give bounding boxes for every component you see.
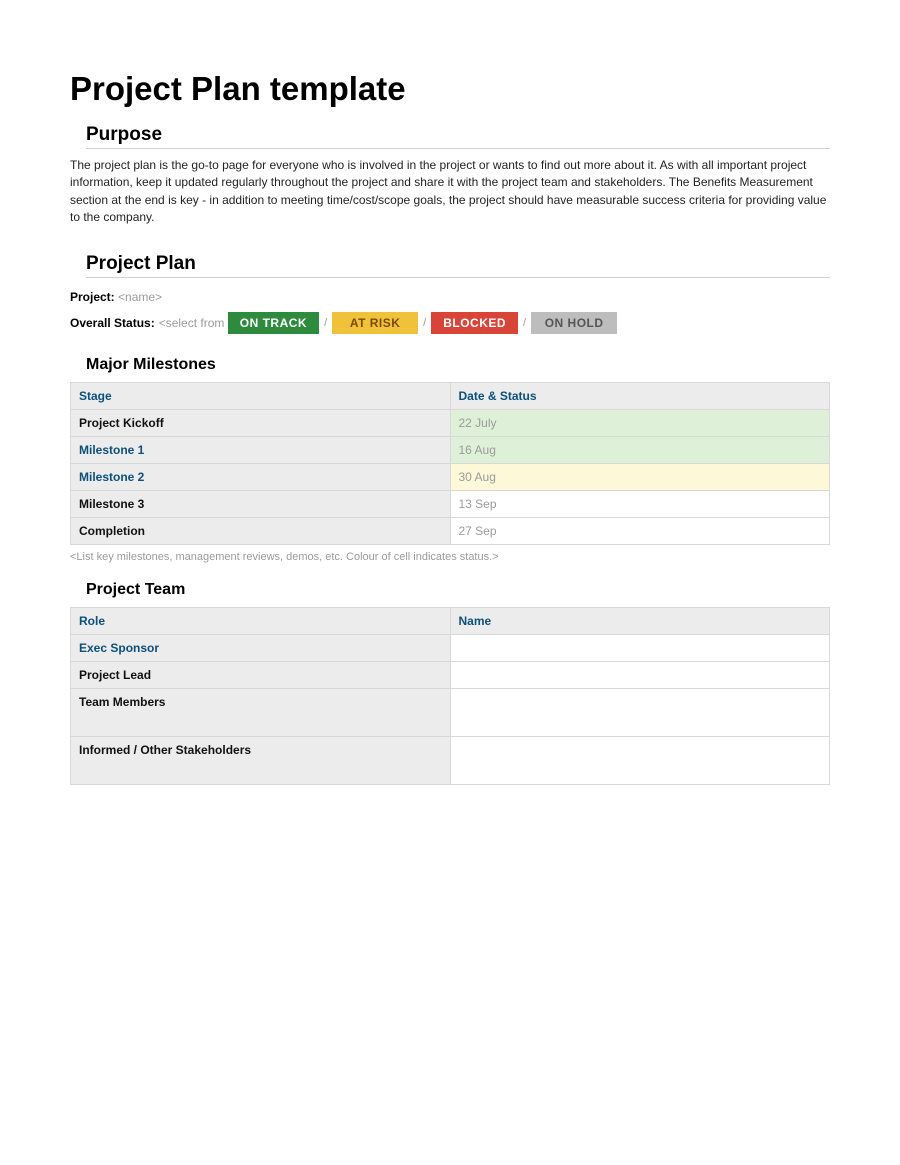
status-option-at-risk[interactable]: AT RISK <box>332 312 418 334</box>
milestone-stage: Completion <box>71 517 451 544</box>
milestone-date: 27 Sep <box>450 517 830 544</box>
table-row: Completion27 Sep <box>71 517 830 544</box>
milestone-stage: Project Kickoff <box>71 409 451 436</box>
table-row: Team Members <box>71 688 830 736</box>
milestone-date: 13 Sep <box>450 490 830 517</box>
overall-status-row: Overall Status: <select from ON TRACK / … <box>70 312 830 334</box>
milestones-col-date: Date & Status <box>450 382 830 409</box>
milestone-date: 30 Aug <box>450 463 830 490</box>
team-col-role: Role <box>71 607 451 634</box>
team-name-cell[interactable] <box>450 736 830 784</box>
milestones-heading: Major Milestones <box>86 356 830 374</box>
project-value[interactable]: <name> <box>118 290 162 304</box>
table-row: Informed / Other Stakeholders <box>71 736 830 784</box>
overall-status-prefix: <select from <box>159 316 225 330</box>
milestone-stage[interactable]: Milestone 1 <box>71 436 451 463</box>
milestone-stage: Milestone 3 <box>71 490 451 517</box>
table-row: Milestone 313 Sep <box>71 490 830 517</box>
team-name-cell[interactable] <box>450 688 830 736</box>
document-title: Project Plan template <box>70 70 830 108</box>
milestones-table: Stage Date & Status Project Kickoff22 Ju… <box>70 382 830 545</box>
team-name-cell[interactable] <box>450 661 830 688</box>
purpose-body: The project plan is the go-to page for e… <box>70 157 830 227</box>
table-row: Milestone 116 Aug <box>71 436 830 463</box>
milestone-date: 22 July <box>450 409 830 436</box>
project-plan-heading: Project Plan <box>86 249 830 278</box>
purpose-heading: Purpose <box>86 120 830 149</box>
project-label: Project: <box>70 290 115 304</box>
document-page: Project Plan template Purpose The projec… <box>0 0 900 785</box>
team-role: Team Members <box>71 688 451 736</box>
project-field: Project: <name> <box>70 290 830 304</box>
team-col-name: Name <box>450 607 830 634</box>
table-row: Project Kickoff22 July <box>71 409 830 436</box>
team-role: Project Lead <box>71 661 451 688</box>
team-name-cell[interactable] <box>450 634 830 661</box>
milestones-hint: <List key milestones, management reviews… <box>70 551 830 563</box>
table-row: Project Lead <box>71 661 830 688</box>
milestone-stage[interactable]: Milestone 2 <box>71 463 451 490</box>
table-row: Exec Sponsor <box>71 634 830 661</box>
status-option-blocked[interactable]: BLOCKED <box>431 312 518 334</box>
team-table: Role Name Exec SponsorProject LeadTeam M… <box>70 607 830 785</box>
team-role[interactable]: Exec Sponsor <box>71 634 451 661</box>
team-heading: Project Team <box>86 581 830 599</box>
milestones-col-stage: Stage <box>71 382 451 409</box>
team-role: Informed / Other Stakeholders <box>71 736 451 784</box>
status-sep: / <box>523 317 526 329</box>
status-option-on-hold[interactable]: ON HOLD <box>531 312 617 334</box>
milestone-date: 16 Aug <box>450 436 830 463</box>
overall-status-label: Overall Status: <box>70 316 155 330</box>
status-sep: / <box>423 317 426 329</box>
status-option-on-track[interactable]: ON TRACK <box>228 312 319 334</box>
status-sep: / <box>324 317 327 329</box>
table-row: Milestone 230 Aug <box>71 463 830 490</box>
